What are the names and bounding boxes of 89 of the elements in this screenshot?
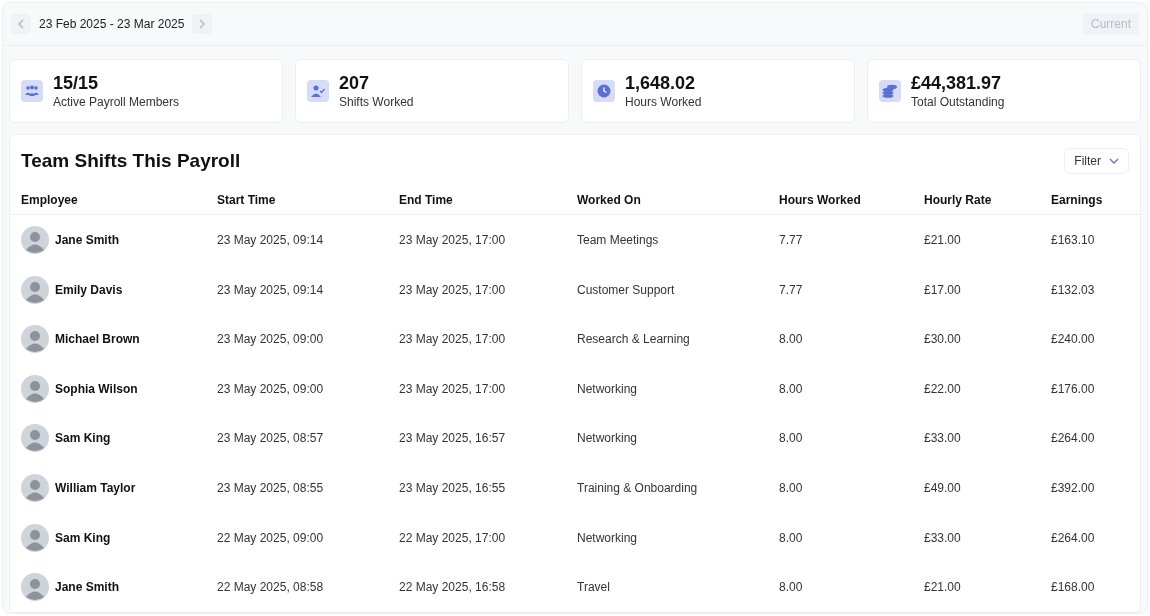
- table-cell-text: £49.00: [924, 480, 961, 497]
- stat-label: Active Payroll Members: [53, 94, 180, 110]
- avatar-icon: [21, 275, 49, 304]
- column-header: Employee: [21, 191, 78, 209]
- table-cell-text: Networking: [577, 430, 638, 448]
- table-cell-text: 23 May 2025, 16:57: [399, 430, 506, 448]
- table-cell-text: £392.00: [1051, 480, 1095, 497]
- person-check-icon: [311, 85, 325, 97]
- filter-button[interactable]: Filter: [1064, 148, 1129, 175]
- next-button[interactable]: [192, 14, 213, 34]
- table-cell-text: 23 May 2025, 16:55: [399, 480, 506, 497]
- table-cell-text: Networking: [577, 529, 638, 547]
- column-header: Worked On: [577, 191, 641, 209]
- avatar-icon: [21, 424, 49, 453]
- table-cell-text: 23 May 2025, 09:00: [217, 380, 324, 398]
- chevron-down-icon: [1109, 158, 1119, 165]
- table-cell-text: 23 May 2025, 17:00: [399, 232, 506, 250]
- table-cell-text: 23 May 2025, 17:00: [399, 281, 506, 299]
- table-cell-text: 22 May 2025, 08:58: [217, 579, 324, 597]
- column-header: Hours Worked: [779, 191, 861, 209]
- chevron-left-icon: [17, 19, 25, 29]
- table-cell-text: 23 May 2025, 09:14: [217, 281, 324, 299]
- column-header: End Time: [399, 191, 453, 209]
- table-cell-text: 22 May 2025, 09:00: [217, 529, 324, 547]
- table-cell-text: £22.00: [924, 380, 961, 398]
- table-cell-text: Customer Support: [577, 281, 675, 299]
- table-title: Team Shifts This Payroll: [21, 149, 241, 173]
- chevron-right-icon: [198, 19, 207, 29]
- table-cell-text: 23 May 2025, 09:00: [217, 331, 324, 349]
- employee-name: Emily Davis: [55, 281, 123, 299]
- table-cell-text: 22 May 2025, 17:00: [399, 529, 506, 547]
- table-cell-text: £264.00: [1051, 529, 1095, 547]
- stat-label: Total Outstanding: [911, 94, 1005, 110]
- employee-name: Sam King: [55, 529, 111, 547]
- table-cell-text: £33.00: [924, 430, 961, 448]
- stat-value: £44,381.97: [911, 72, 1003, 94]
- table-cell-text: 8.00: [779, 380, 803, 398]
- employee-name: Sophia Wilson: [55, 380, 138, 398]
- table-cell-text: £176.00: [1051, 380, 1095, 398]
- table-cell-text: £17.00: [924, 281, 961, 299]
- table-cell-text: 22 May 2025, 16:58: [399, 579, 506, 597]
- table-cell-text: 23 May 2025, 08:57: [217, 430, 324, 448]
- table-cell-text: 8.00: [779, 529, 803, 547]
- column-header: Hourly Rate: [924, 191, 992, 209]
- employee-name: William Taylor: [55, 480, 136, 497]
- table-cell-text: 8.00: [779, 430, 803, 448]
- column-header: Earnings: [1051, 191, 1103, 209]
- avatar-icon: [21, 374, 49, 403]
- table-cell-text: £163.10: [1051, 232, 1095, 250]
- table-cell-text: £240.00: [1051, 331, 1095, 349]
- table-cell-text: 8.00: [779, 331, 803, 349]
- date-range: 23 Feb 2025 - 23 Mar 2025: [38, 16, 186, 33]
- avatar-icon: [21, 523, 49, 552]
- stat-value: 207: [339, 72, 371, 94]
- previous-button[interactable]: [11, 14, 31, 34]
- table-cell-text: 8.00: [779, 480, 803, 497]
- table-cell-text: 8.00: [779, 579, 803, 597]
- people-group-icon: [25, 85, 39, 97]
- table-cell-text: 7.77: [779, 281, 803, 299]
- table-cell-text: Training & Onboarding: [577, 480, 698, 497]
- table-cell-text: £264.00: [1051, 430, 1095, 448]
- table-cell-text: 23 May 2025, 17:00: [399, 380, 506, 398]
- avatar-icon: [21, 325, 49, 354]
- table-cell-text: £168.00: [1051, 579, 1095, 597]
- stat-label: Hours Worked: [625, 94, 702, 110]
- table-cell-text: 23 May 2025, 17:00: [399, 331, 506, 349]
- table-cell-text: Team Meetings: [577, 232, 659, 250]
- table-cell-text: 23 May 2025, 09:14: [217, 232, 324, 250]
- table-cell-text: £21.00: [924, 579, 961, 597]
- table-cell-text: Research & Learning: [577, 331, 690, 349]
- employee-name: Michael Brown: [55, 331, 140, 349]
- table-cell-text: £132.03: [1051, 281, 1095, 299]
- stat-value: 1,648.02: [625, 72, 697, 94]
- table-cell-text: £21.00: [924, 232, 961, 250]
- employee-name: Sam King: [55, 430, 111, 448]
- avatar-icon: [21, 226, 49, 255]
- table-cell-text: £30.00: [924, 331, 961, 349]
- avatar-icon: [21, 573, 49, 602]
- table-cell-text: £33.00: [924, 529, 961, 547]
- employee-name: Jane Smith: [55, 579, 120, 597]
- employee-name: Jane Smith: [55, 232, 120, 250]
- column-header: Start Time: [217, 191, 276, 209]
- avatar-icon: [21, 474, 49, 502]
- stat-value: 15/15: [53, 72, 100, 94]
- stat-label: Shifts Worked: [339, 94, 414, 110]
- table-cell-text: 23 May 2025, 08:55: [217, 480, 324, 497]
- table-cell-text: 7.77: [779, 232, 803, 250]
- table-cell-text: Travel: [577, 579, 610, 597]
- table-cell-text: Networking: [577, 380, 638, 398]
